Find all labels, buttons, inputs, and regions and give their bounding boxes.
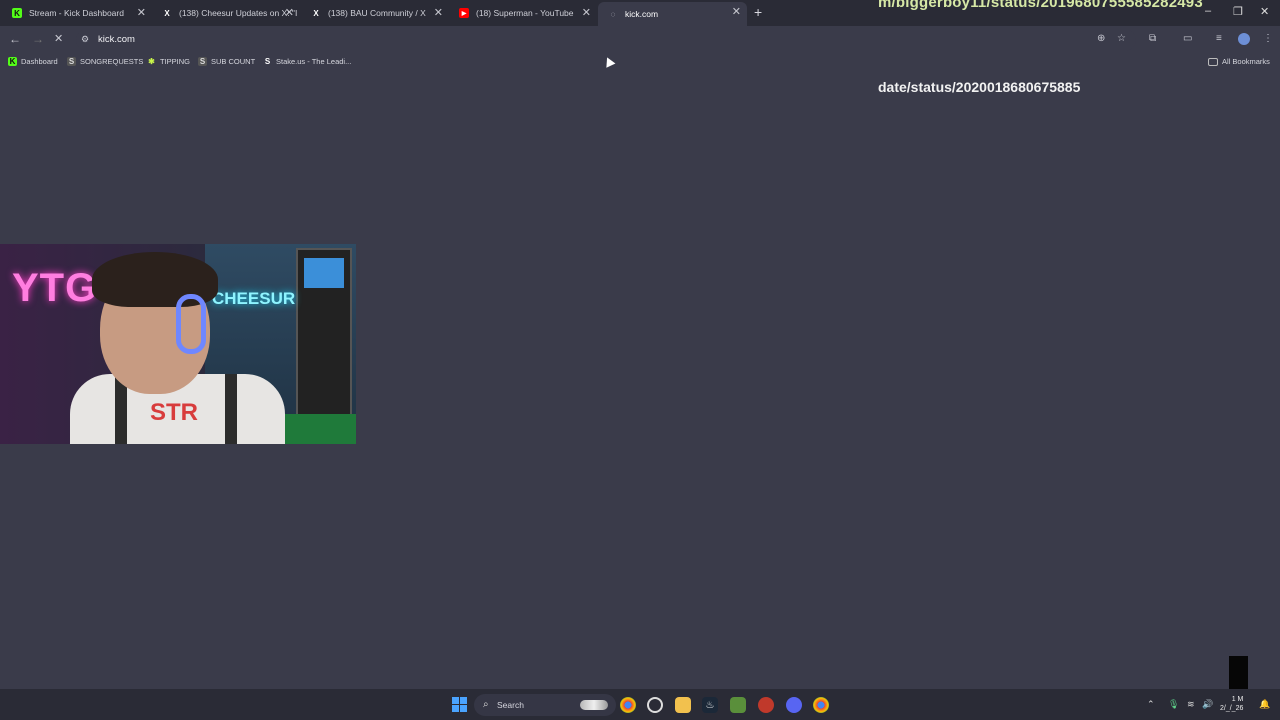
stop-loading-icon[interactable]: ✕: [54, 32, 63, 45]
tipping-icon: ✱: [148, 57, 155, 66]
discord-icon[interactable]: [786, 697, 802, 713]
overlay-status-text: date/status/2020018680675885: [878, 79, 1081, 95]
bookmark-label: SONGREQUESTS: [80, 57, 144, 66]
new-tab-button[interactable]: +: [754, 4, 762, 20]
chrome-profile-icon[interactable]: [813, 697, 829, 713]
bookmark-songrequests[interactable]: S SONGREQUESTS: [67, 57, 143, 66]
loading-icon: ◌: [610, 9, 616, 19]
taskbar-search[interactable]: ⌕ Search: [474, 694, 616, 716]
person-strap-right: [225, 374, 237, 444]
close-icon[interactable]: ✕: [732, 5, 741, 18]
close-icon[interactable]: ✕: [285, 6, 294, 19]
headset-icon: [176, 294, 206, 354]
file-explorer-icon[interactable]: [675, 697, 691, 713]
address-bar-url: kick.com: [98, 34, 135, 45]
extensions-icon[interactable]: ⧉: [1149, 33, 1156, 44]
neon-sign-left: YTG: [12, 266, 98, 310]
steam-icon[interactable]: ♨: [702, 697, 718, 713]
tray-overflow-icon[interactable]: ⌃: [1147, 699, 1155, 710]
overlay-url-text: m/biggerboy11/status/2019680755585282493: [878, 0, 1203, 11]
tab-cheesur-updates[interactable]: X (138) Cheesur Updates on X: "I ✕: [152, 3, 300, 23]
search-highlight-icon: [580, 700, 608, 710]
all-bookmarks-label: All Bookmarks: [1222, 57, 1270, 66]
media-controls-icon[interactable]: ≡: [1216, 33, 1222, 44]
microphone-icon[interactable]: 🎙: [1168, 699, 1179, 710]
menu-icon[interactable]: ⋮: [1263, 33, 1273, 44]
subcount-icon: S: [198, 57, 207, 66]
bookmark-label: TIPPING: [160, 57, 191, 66]
clock-time: 1 M: [1231, 696, 1244, 703]
minecraft-icon[interactable]: [730, 697, 746, 713]
back-arrow-icon[interactable]: ←: [9, 32, 21, 46]
chrome-icon[interactable]: [620, 697, 636, 713]
shirt-text: STR: [150, 399, 198, 426]
tab-label: Stream - Kick Dashboard: [29, 8, 124, 18]
window-close-icon[interactable]: ✕: [1260, 5, 1269, 18]
folder-icon: [1208, 57, 1218, 66]
tab-kick-dashboard[interactable]: K Stream - Kick Dashboard ✕: [2, 3, 152, 23]
bookmark-label: Dashboard: [21, 57, 58, 66]
close-icon[interactable]: ✕: [434, 6, 443, 19]
tab-label: (138) Cheesur Updates on X: "I: [179, 8, 298, 18]
forward-arrow-icon[interactable]: →: [32, 32, 44, 46]
bookmark-star-icon[interactable]: ☆: [1117, 33, 1126, 44]
notification-icon[interactable]: 🔔: [1259, 699, 1270, 710]
search-icon: ⌕: [483, 699, 489, 710]
bookmark-dashboard[interactable]: K Dashboard: [8, 57, 58, 66]
app-icon[interactable]: [758, 697, 774, 713]
bookmark-sub-count[interactable]: S SUB COUNT: [198, 57, 255, 66]
songrequests-icon: S: [67, 57, 76, 66]
chrome-canary-icon[interactable]: [647, 697, 663, 713]
minimize-icon[interactable]: –: [1205, 5, 1211, 17]
webcam-overlay: YTG CHEESUR STR: [0, 244, 356, 444]
clock-date: 2/_/_26: [1220, 705, 1244, 712]
tab-superman-youtube[interactable]: ▶ (18) Superman - YouTube ✕: [449, 3, 597, 23]
tab-bar: K Stream - Kick Dashboard ✕ X (138) Chee…: [0, 0, 1280, 26]
browser-toolbar: ← → ✕ ⚙ kick.com ⊕ ☆ ⧉ ▭ ≡ ⋮: [0, 26, 1280, 54]
arcade-screen: [304, 258, 344, 288]
kick-icon: K: [8, 57, 17, 66]
youtube-icon: ▶: [459, 8, 469, 18]
bookmark-label: Stake.us - The Leadi...: [276, 57, 352, 66]
zoom-icon[interactable]: ⊕: [1097, 33, 1105, 44]
bookmark-stake[interactable]: S Stake.us - The Leadi...: [263, 57, 352, 66]
tab-label: kick.com: [625, 9, 659, 19]
close-icon[interactable]: ✕: [137, 6, 146, 19]
x-icon: X: [164, 8, 170, 18]
taskbar: ⌕ Search ♨ ⌃ 🎙 ≋ 🔊 1 M 2/_/_26 🔔: [0, 689, 1280, 720]
wifi-icon[interactable]: ≋: [1187, 699, 1195, 710]
address-bar[interactable]: ⚙ kick.com: [76, 29, 1136, 51]
tab-bau-community[interactable]: X (138) BAU Community / X ✕: [301, 3, 449, 23]
split-view-icon[interactable]: ▭: [1183, 33, 1192, 44]
tab-kick-com[interactable]: ◌ kick.com ✕: [598, 2, 747, 26]
x-icon: X: [313, 8, 319, 18]
stake-icon: S: [264, 57, 271, 66]
tab-label: (138) BAU Community / X: [328, 8, 426, 18]
bookmark-tipping[interactable]: ✱ TIPPING: [147, 57, 190, 66]
volume-icon[interactable]: 🔊: [1202, 699, 1213, 710]
search-label: Search: [497, 700, 524, 710]
profile-avatar-icon[interactable]: [1238, 33, 1250, 45]
all-bookmarks[interactable]: All Bookmarks: [1208, 57, 1270, 66]
taskbar-clock[interactable]: 1 M 2/_/_26: [1220, 695, 1243, 713]
bookmarks-bar: K Dashboard S SONGREQUESTS ✱ TIPPING S S…: [0, 54, 1280, 71]
windows-start-icon[interactable]: [452, 697, 467, 712]
neon-sign-right: CHEESUR: [212, 289, 296, 308]
close-icon[interactable]: ✕: [582, 6, 591, 19]
restore-icon[interactable]: ❐: [1233, 5, 1243, 18]
bookmark-label: SUB COUNT: [211, 57, 256, 66]
kick-icon: K: [12, 8, 22, 18]
tab-label: (18) Superman - YouTube: [476, 8, 574, 18]
site-settings-icon[interactable]: ⚙: [81, 34, 93, 46]
